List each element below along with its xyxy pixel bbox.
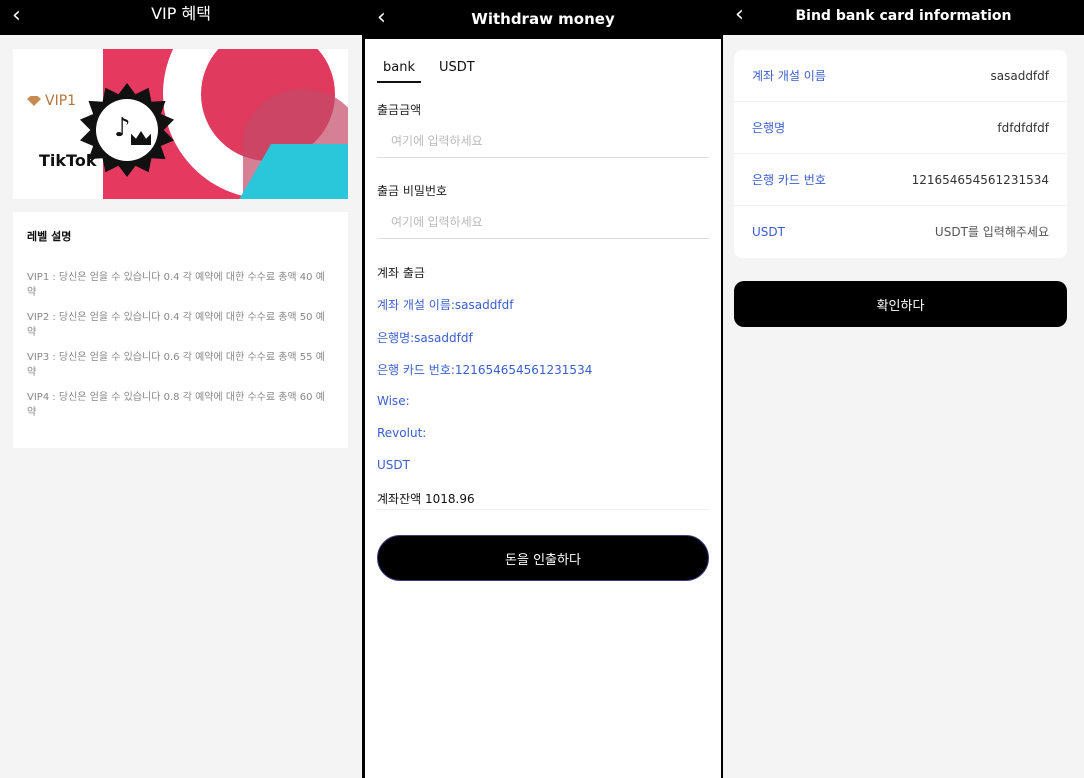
- tab-usdt[interactable]: USDT: [433, 58, 481, 83]
- info-row-bank-name: 은행명 fdfdfdfdf: [734, 102, 1067, 154]
- withdraw-header: ‹ Withdraw money: [365, 0, 721, 39]
- row-label: USDT: [752, 225, 785, 239]
- withdraw-panel: ‹ Withdraw money bank USDT 출금금액 출금 비밀번호 …: [365, 0, 721, 778]
- vip-level-label: VIP1: [45, 93, 77, 109]
- brand-logo-text: TikTok: [39, 151, 97, 170]
- row-value: 121654654561231534: [911, 172, 1049, 187]
- account-balance: 계좌잔액 1018.96: [377, 490, 709, 510]
- back-icon[interactable]: ‹: [12, 5, 21, 27]
- bank-info-card: 계좌 개설 이름 sasaddfdf 은행명 fdfdfdfdf 은행 카드 번…: [734, 50, 1067, 258]
- confirm-button[interactable]: 확인하다: [734, 281, 1067, 327]
- account-name: 계좌 개설 이름:sasaddfdf: [377, 298, 514, 312]
- back-icon[interactable]: ‹: [377, 7, 386, 29]
- section-title: 레벨 설명: [27, 230, 72, 243]
- wise-account: Wise:: [377, 394, 410, 408]
- row-label: 은행명: [752, 121, 786, 135]
- tab-bank[interactable]: bank: [377, 58, 421, 83]
- bind-header: ‹ Bind bank card information: [723, 0, 1084, 35]
- usdt-account: USDT: [377, 458, 410, 472]
- amount-input[interactable]: [377, 124, 709, 158]
- row-label: 은행 카드 번호: [752, 173, 826, 187]
- info-row-account-name: 계좌 개설 이름 sasaddfdf: [734, 50, 1067, 102]
- level-item: VIP4 : 당신은 얻을 수 있습니다 0.8 각 예약에 대한 수수료 총액…: [27, 392, 325, 418]
- bind-card-panel: ‹ Bind bank card information 계좌 개설 이름 sa…: [723, 0, 1084, 778]
- vip-header: ‹ VIP 혜택: [0, 0, 362, 35]
- back-icon[interactable]: ‹: [735, 4, 744, 26]
- vip-card: ? VIP1 TikTok ♪: [13, 49, 348, 199]
- row-value: sasaddfdf: [990, 68, 1049, 83]
- page-title: Withdraw money: [471, 10, 615, 28]
- page-title: Bind bank card information: [795, 8, 1012, 24]
- amount-label: 출금금액: [377, 103, 422, 117]
- help-icon[interactable]: ?: [328, 51, 346, 69]
- password-label: 출금 비밀번호: [377, 184, 448, 198]
- level-item: VIP2 : 당신은 얻을 수 있습니다 0.4 각 예약에 대한 수수료 총액…: [27, 312, 325, 338]
- page-title: VIP 혜택: [151, 4, 211, 23]
- vip-level: VIP1: [27, 93, 76, 109]
- password-input[interactable]: [377, 205, 709, 239]
- method-tabs: bank USDT: [377, 58, 481, 83]
- vip-panel: ‹ VIP 혜택 ? VIP1 TikTok ♪ 레벨 설명 VIP1 : 당신…: [0, 0, 362, 778]
- info-row-card-number: 은행 카드 번호 121654654561231534: [734, 154, 1067, 206]
- row-label: 계좌 개설 이름: [752, 69, 826, 83]
- diamond-icon: [27, 96, 41, 106]
- row-value: fdfdfdfdf: [997, 120, 1049, 135]
- level-description: 레벨 설명 VIP1 : 당신은 얻을 수 있습니다 0.4 각 예약에 대한 …: [13, 212, 348, 448]
- tiktok-note-icon: ♪: [114, 113, 131, 143]
- level-item: VIP1 : 당신은 얻을 수 있습니다 0.4 각 예약에 대한 수수료 총액…: [27, 272, 325, 298]
- revolut-account: Revolut:: [377, 426, 427, 440]
- info-row-usdt: USDT: [734, 206, 1067, 258]
- bank-name: 은행명:sasaddfdf: [377, 331, 473, 345]
- withdraw-button[interactable]: 돈을 인출하다: [377, 535, 709, 581]
- level-item: VIP3 : 당신은 얻을 수 있습니다 0.6 각 예약에 대한 수수료 총액…: [27, 352, 325, 378]
- card-number: 은행 카드 번호:121654654561231534: [377, 363, 593, 377]
- account-section-title: 계좌 출금: [377, 266, 425, 280]
- usdt-input[interactable]: [879, 225, 1049, 239]
